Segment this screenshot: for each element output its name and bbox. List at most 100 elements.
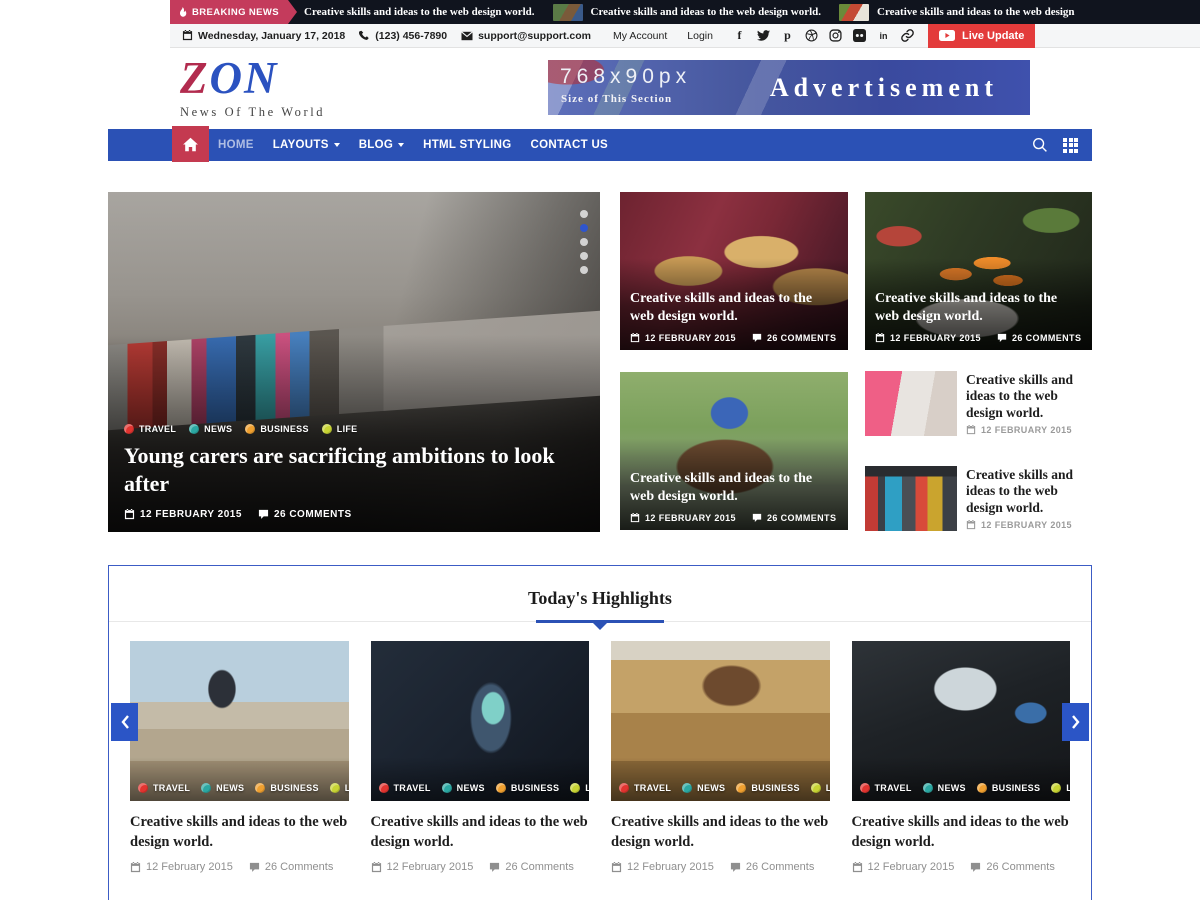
nav-item-contact-us[interactable]: CONTACT US <box>530 139 608 151</box>
heading-underline-arrow <box>593 623 607 630</box>
category-tag-business[interactable]: BUSINESS <box>736 783 799 793</box>
calendar-icon <box>611 862 622 873</box>
comment-icon <box>258 509 269 520</box>
login-link[interactable]: Login <box>687 30 713 42</box>
ticker-item[interactable]: Creative skills and ideas to the web des… <box>839 4 1075 21</box>
category-tag-business[interactable]: BUSINESS <box>496 783 559 793</box>
category-dot <box>189 424 199 434</box>
phone-icon <box>359 30 370 41</box>
article-title[interactable]: Creative skills and ideas to the web des… <box>966 372 1092 421</box>
highlight-comments[interactable]: 26 Comments <box>970 861 1054 873</box>
highlight-card[interactable]: TRAVEL NEWS BUSINESS LIFE Creative skill… <box>371 641 590 873</box>
my-account-link[interactable]: My Account <box>613 30 667 42</box>
carousel-next-button[interactable] <box>1062 703 1089 741</box>
article-card[interactable]: Creative skills and ideas to the web des… <box>620 372 848 530</box>
article-comments[interactable]: 26 COMMENTS <box>997 333 1081 343</box>
live-update-button[interactable]: Live Update <box>928 24 1035 48</box>
logo-letters-on: ON <box>210 53 279 103</box>
category-tag-news[interactable]: NEWS <box>189 424 232 434</box>
article-comments[interactable]: 26 COMMENTS <box>752 333 836 343</box>
pinterest-icon[interactable]: p <box>781 29 794 42</box>
category-tag-news[interactable]: NEWS <box>923 783 966 793</box>
article-title[interactable]: Creative skills and ideas to the web des… <box>630 470 838 506</box>
highlight-card[interactable]: TRAVEL NEWS BUSINESS LIFE Creative skill… <box>611 641 830 873</box>
support-email[interactable]: support@support.com <box>461 30 591 42</box>
article-list-item[interactable]: Creative skills and ideas to the web des… <box>865 371 1092 437</box>
article-title[interactable]: Creative skills and ideas to the web des… <box>966 467 1092 516</box>
linkedin-icon[interactable]: in <box>877 29 890 42</box>
nav-icons <box>1032 129 1078 161</box>
flickr-icon[interactable] <box>853 29 866 42</box>
category-tag-business[interactable]: BUSINESS <box>977 783 1040 793</box>
chevron-left-icon <box>120 714 130 730</box>
twitter-icon[interactable] <box>757 29 770 42</box>
hero-comments[interactable]: 26 COMMENTS <box>258 509 352 520</box>
article-card[interactable]: Creative skills and ideas to the web des… <box>620 192 848 350</box>
support-email-text[interactable]: support@support.com <box>478 30 591 42</box>
advertisement-banner[interactable]: 768x90px Size of This Section Advertisem… <box>548 60 1030 115</box>
category-tag-news[interactable]: NEWS <box>201 783 244 793</box>
highlight-comments[interactable]: 26 Comments <box>730 861 814 873</box>
ticker-item[interactable]: Creative skills and ideas to the web des… <box>304 6 535 18</box>
category-tag-life[interactable]: LIFE <box>1051 783 1070 793</box>
category-tag-news[interactable]: NEWS <box>442 783 485 793</box>
slider-dot[interactable] <box>580 238 588 246</box>
nav-item-blog[interactable]: BLOG <box>359 139 404 151</box>
search-icon[interactable] <box>1032 137 1048 153</box>
category-tag-business[interactable]: BUSINESS <box>245 424 308 434</box>
ticker-text[interactable]: Creative skills and ideas to the web des… <box>877 6 1075 18</box>
ticker-item[interactable]: Creative skills and ideas to the web des… <box>553 4 822 21</box>
article-title[interactable]: Creative skills and ideas to the web des… <box>875 290 1082 326</box>
nav-item-layouts[interactable]: LAYOUTS <box>273 139 340 151</box>
highlight-card[interactable]: TRAVEL NEWS BUSINESS LIFE Creative skill… <box>852 641 1071 873</box>
category-tag-business[interactable]: BUSINESS <box>255 783 318 793</box>
site-logo[interactable]: ZON News Of The World <box>180 56 325 120</box>
calendar-icon <box>875 333 885 343</box>
category-tags: TRAVEL NEWS BUSINESS LIFE <box>124 424 584 434</box>
phone-number-text[interactable]: (123) 456-7890 <box>375 30 447 42</box>
highlight-title[interactable]: Creative skills and ideas to the web des… <box>852 813 1071 852</box>
highlight-title[interactable]: Creative skills and ideas to the web des… <box>371 813 590 852</box>
facebook-icon[interactable]: f <box>733 29 746 42</box>
slider-dot-active[interactable] <box>580 224 588 232</box>
category-tag-travel[interactable]: TRAVEL <box>124 424 176 434</box>
highlight-title[interactable]: Creative skills and ideas to the web des… <box>611 813 830 852</box>
ticker-text[interactable]: Creative skills and ideas to the web des… <box>304 6 535 18</box>
category-tag-travel[interactable]: TRAVEL <box>860 783 912 793</box>
nav-item-html-styling[interactable]: HTML STYLING <box>423 139 511 151</box>
category-tag-news[interactable]: NEWS <box>682 783 725 793</box>
category-tag-travel[interactable]: TRAVEL <box>379 783 431 793</box>
hero-article-title[interactable]: Young carers are sacrificing ambitions t… <box>124 442 584 499</box>
article-title[interactable]: Creative skills and ideas to the web des… <box>630 290 838 326</box>
highlight-card[interactable]: TRAVEL NEWS BUSINESS LIFE Creative skill… <box>130 641 349 873</box>
category-tag-travel[interactable]: TRAVEL <box>619 783 671 793</box>
grid-menu-icon[interactable] <box>1063 138 1078 153</box>
carousel-prev-button[interactable] <box>111 703 138 741</box>
category-tag-life[interactable]: LIFE <box>811 783 830 793</box>
article-card[interactable]: Creative skills and ideas to the web des… <box>865 192 1092 350</box>
link-icon[interactable] <box>901 29 914 42</box>
instagram-icon[interactable] <box>829 29 842 42</box>
highlight-comments[interactable]: 26 Comments <box>249 861 333 873</box>
highlight-title[interactable]: Creative skills and ideas to the web des… <box>130 813 349 852</box>
calendar-icon <box>966 425 976 435</box>
category-tag-life[interactable]: LIFE <box>330 783 349 793</box>
slider-dot[interactable] <box>580 266 588 274</box>
article-comments[interactable]: 26 COMMENTS <box>752 513 836 523</box>
category-tag-travel[interactable]: TRAVEL <box>138 783 190 793</box>
highlight-comments[interactable]: 26 Comments <box>489 861 573 873</box>
category-dot <box>923 783 933 793</box>
category-tag-life[interactable]: LIFE <box>570 783 589 793</box>
category-tag-life[interactable]: LIFE <box>322 424 358 434</box>
category-tags: TRAVEL NEWS BUSINESS LIFE <box>852 757 1071 801</box>
slider-dot[interactable] <box>580 252 588 260</box>
nav-item-home[interactable]: HOME <box>218 139 254 151</box>
slider-dot[interactable] <box>580 210 588 218</box>
home-button[interactable] <box>172 126 209 162</box>
ticker-text[interactable]: Creative skills and ideas to the web des… <box>591 6 822 18</box>
phone-number[interactable]: (123) 456-7890 <box>359 30 447 42</box>
comment-icon <box>970 862 981 873</box>
dribbble-icon[interactable] <box>805 29 818 42</box>
article-list-item[interactable]: Creative skills and ideas to the web des… <box>865 466 1092 532</box>
hero-article-card[interactable]: TRAVEL NEWS BUSINESS LIFE Young carers a… <box>108 192 600 532</box>
